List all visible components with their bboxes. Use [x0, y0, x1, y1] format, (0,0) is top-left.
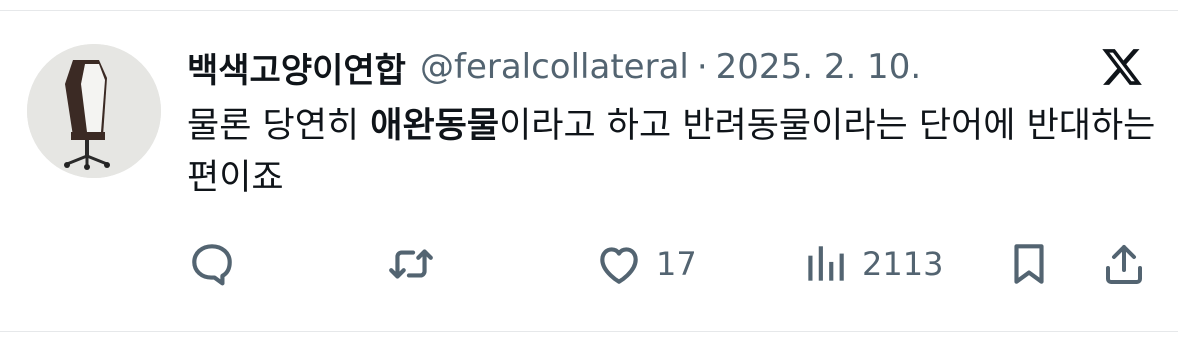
share-button[interactable] — [1100, 238, 1148, 290]
post-text-part1: 물론 당연히 — [187, 106, 371, 146]
share-icon — [1106, 245, 1142, 284]
action-bar: 17 2113 — [0, 238, 1178, 290]
meta-separator: · — [696, 47, 708, 87]
avatar[interactable] — [27, 44, 161, 178]
x-logo-icon[interactable] — [1100, 45, 1144, 89]
repost-icon — [389, 249, 433, 279]
bottom-divider — [0, 331, 1178, 332]
reply-icon — [192, 244, 232, 286]
bookmark-icon — [1014, 244, 1044, 284]
post-header: 백색고양이연합 @feralcollateral · 2025. 2. 10. — [187, 42, 921, 92]
reply-button[interactable] — [187, 238, 237, 290]
like-count: 17 — [656, 245, 697, 283]
post-text-bold: 애완동물 — [370, 106, 500, 146]
post-date[interactable]: 2025. 2. 10. — [716, 47, 921, 87]
heart-icon — [600, 247, 638, 284]
views-count: 2113 — [862, 245, 944, 283]
repost-button[interactable] — [386, 238, 436, 290]
avatar-image — [27, 44, 161, 178]
post-text: 물론 당연히 애완동물이라고 하고 반려동물이라는 단어에 반대하는편이죠 — [187, 100, 1157, 204]
bookmark-button[interactable] — [1004, 238, 1054, 290]
views-icon — [808, 246, 844, 281]
like-button[interactable]: 17 — [594, 238, 697, 290]
views-button[interactable]: 2113 — [800, 238, 943, 290]
top-divider — [0, 10, 1178, 11]
author-name[interactable]: 백색고양이연합 — [187, 43, 406, 92]
author-handle[interactable]: @feralcollateral — [420, 47, 689, 87]
